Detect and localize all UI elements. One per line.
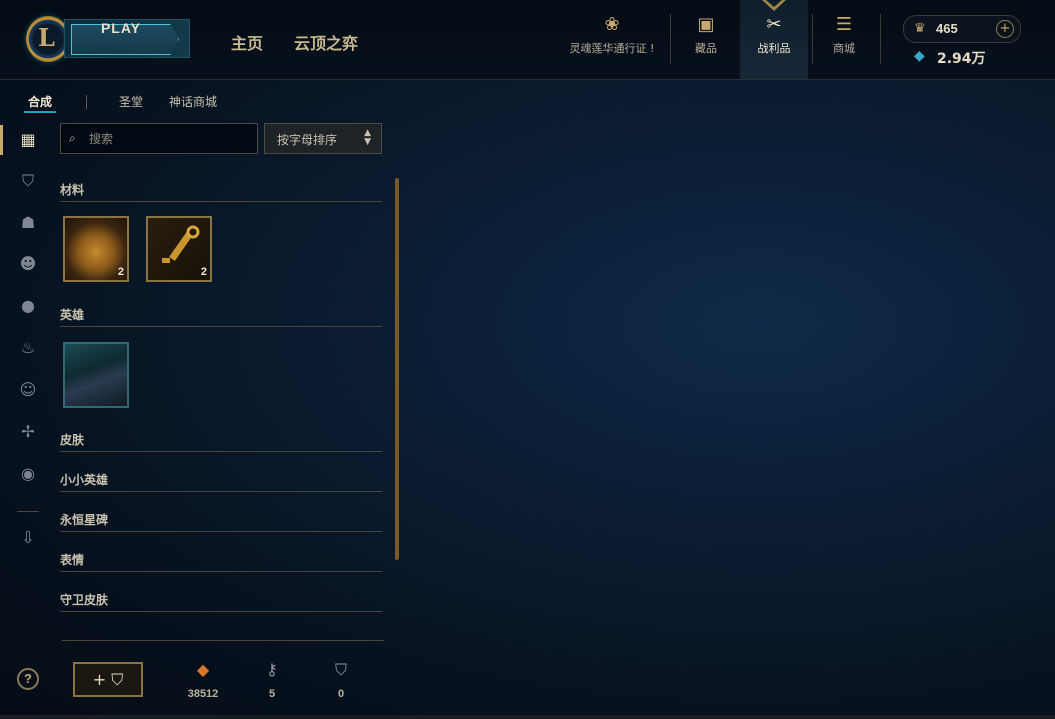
nav-battle-pass-label: 灵魂莲华通行证 ! — [569, 42, 655, 55]
tab-crafting[interactable]: 合成 — [23, 93, 57, 113]
nav-store-label: 商城 — [833, 42, 855, 55]
item-count: 2 — [117, 266, 124, 278]
key-counter: ⚷ 5 — [252, 659, 292, 700]
sort-caret-icon: ▲ ▼ — [364, 128, 371, 147]
search-box[interactable]: ⌕ — [60, 123, 258, 154]
top-bar: L PLAY 主页 云顶之弈 ❀ 灵魂莲华通行证 ! ▣ 藏品 ✂ 战利品 ☰ … — [0, 0, 1055, 80]
helmet-icon[interactable]: ☗ — [17, 212, 39, 234]
fire-icon[interactable]: ♨ — [17, 337, 39, 359]
loot-icon: ✂ — [766, 14, 782, 35]
tab-mythic-shop[interactable]: 神话商城 — [169, 93, 217, 110]
ward-icon[interactable]: ⛉ — [17, 170, 39, 192]
orange-essence-icon: ◆ — [196, 660, 210, 679]
nav-tft[interactable]: 云顶之弈 — [294, 30, 358, 54]
section-eternals[interactable]: 永恒星碑 — [60, 511, 382, 532]
orange-essence-value: 38512 — [187, 688, 219, 700]
mask-icon[interactable]: ☻ — [17, 253, 39, 275]
blue-essence-value: 2.94万 — [937, 51, 986, 67]
section-title: 永恒星碑 — [60, 513, 109, 527]
loot-scrollbar[interactable] — [395, 178, 399, 560]
sidebar-active-indicator — [0, 125, 3, 155]
sort-label: 按字母排序 — [277, 133, 338, 147]
play-button[interactable]: PLAY — [64, 19, 190, 58]
rp-wallet[interactable]: ♛ 465 + — [903, 15, 1021, 43]
loot-item-chest[interactable]: 2 — [63, 216, 129, 282]
nav-collection[interactable]: ▣ 藏品 — [680, 14, 732, 70]
tab-sanctum[interactable]: 圣堂 — [119, 93, 143, 110]
profile-icon[interactable]: ◉ — [17, 463, 39, 485]
blue-essence-icon: ◆ — [914, 48, 925, 64]
section-skins[interactable]: 皮肤 — [60, 431, 382, 452]
orange-essence-counter: ◆ 38512 — [183, 659, 223, 700]
ward-icon: ⛉ — [334, 660, 347, 679]
totem-icon[interactable]: ✢ — [17, 421, 39, 443]
help-button[interactable]: ? — [17, 668, 39, 690]
section-ward-skins[interactable]: 守卫皮肤 — [60, 591, 382, 612]
section-champions[interactable]: 英雄 — [60, 306, 382, 327]
key-icon: ⚷ — [266, 660, 278, 679]
search-input[interactable] — [87, 129, 251, 149]
section-emotes[interactable]: 表情 — [60, 551, 382, 572]
nav-collection-label: 藏品 — [695, 42, 717, 55]
nav-loot[interactable]: ✂ 战利品 — [748, 14, 800, 70]
nav-battle-pass[interactable]: ❀ 灵魂莲华通行证 ! — [565, 14, 659, 70]
lotus-icon: ❀ — [604, 14, 620, 35]
craft-arrow-icon[interactable]: ⇩ — [17, 527, 39, 549]
sort-dropdown[interactable]: 按字母排序 ▲ ▼ — [264, 123, 382, 154]
loot-item-key[interactable]: 2 — [146, 216, 212, 282]
backpack-icon: ▣ — [697, 14, 715, 35]
coins-icon: ☰ — [835, 14, 853, 35]
key-count: 5 — [268, 688, 276, 700]
loot-item-champion-shard[interactable] — [63, 342, 129, 408]
grid-icon[interactable]: ▦ — [17, 129, 39, 151]
section-title: 守卫皮肤 — [60, 593, 109, 607]
section-title: 英雄 — [60, 308, 85, 322]
chest-counter: ⛉ 0 — [321, 659, 361, 700]
emote-icon[interactable]: ☺ — [17, 379, 39, 401]
section-title: 材料 — [60, 183, 85, 197]
section-title: 小小英雄 — [60, 473, 109, 487]
section-materials[interactable]: 材料 — [60, 181, 382, 202]
nav-loot-label: 战利品 — [757, 42, 791, 55]
section-title: 皮肤 — [60, 433, 85, 447]
nav-store[interactable]: ☰ 商城 — [818, 14, 870, 70]
play-label: PLAY — [100, 20, 142, 36]
rp-value: 465 — [936, 21, 958, 36]
add-rp-button[interactable]: + — [996, 20, 1014, 38]
section-little-legends[interactable]: 小小英雄 — [60, 471, 382, 492]
rp-icon: ♛ — [914, 21, 926, 36]
search-icon: ⌕ — [69, 131, 76, 145]
nav-home[interactable]: 主页 — [231, 30, 263, 54]
egg-icon[interactable]: ● — [17, 295, 39, 317]
section-title: 表情 — [60, 553, 85, 567]
add-ward-button[interactable]: + ⛉ — [73, 662, 143, 697]
item-count: 2 — [200, 266, 207, 278]
chest-count: 0 — [337, 688, 345, 700]
